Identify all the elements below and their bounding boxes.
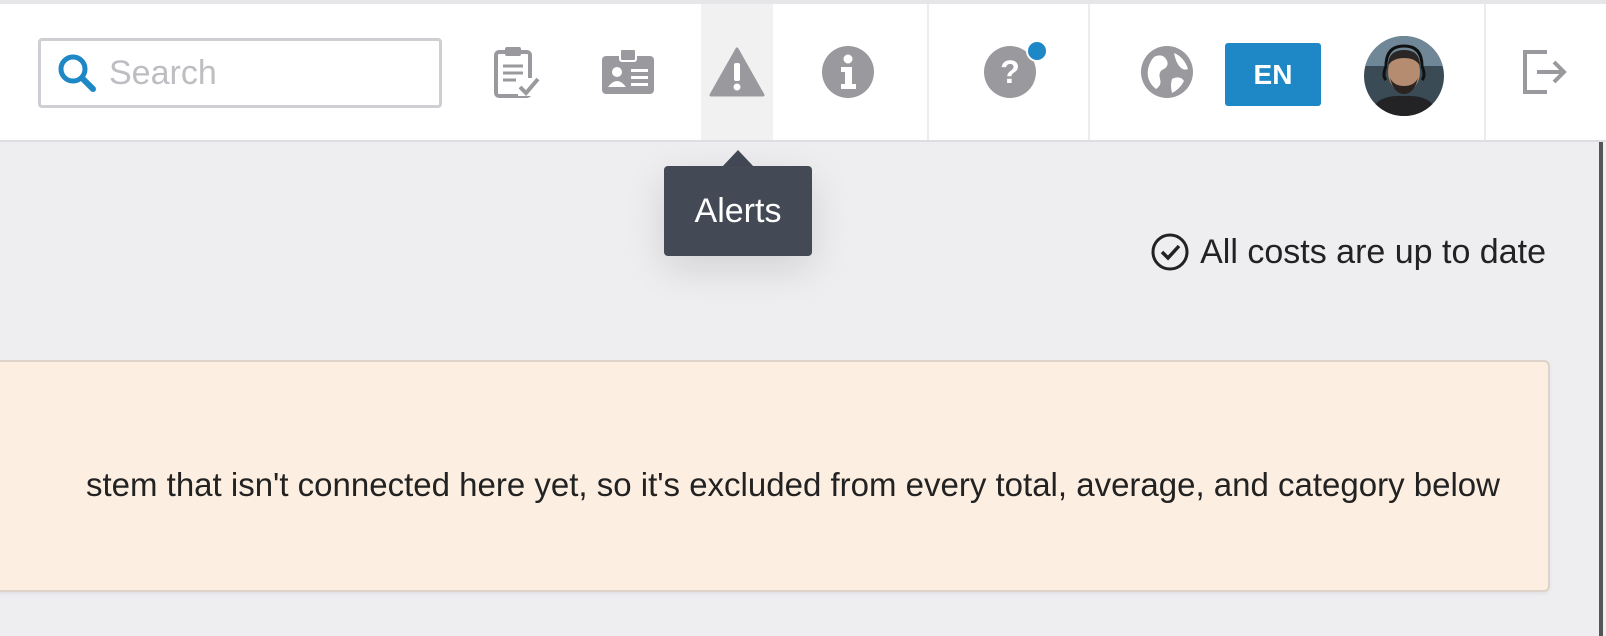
help-button[interactable]: ?	[968, 4, 1052, 140]
divider	[1088, 4, 1090, 140]
svg-text:?: ?	[1000, 54, 1020, 90]
logout-icon	[1523, 50, 1567, 94]
tasks-button[interactable]	[475, 4, 559, 140]
search-icon	[58, 54, 96, 92]
divider	[927, 4, 929, 140]
search-input[interactable]	[107, 52, 431, 94]
banner-message: stem that isn't connected here yet, so i…	[85, 466, 1500, 503]
id-card-icon	[602, 48, 654, 94]
alert-warning-icon	[709, 47, 765, 97]
tooltip-arrow	[722, 150, 754, 167]
tooltip-label: Alerts	[664, 166, 812, 256]
contacts-button[interactable]	[586, 4, 670, 140]
tasks-checklist-icon	[494, 47, 540, 98]
logout-button[interactable]	[1510, 4, 1580, 140]
globe-icon	[1141, 46, 1193, 98]
info-icon	[822, 46, 874, 98]
top-navigation-bar: ? EN	[0, 0, 1606, 142]
status-text: All costs are up to date	[1200, 232, 1546, 271]
info-button[interactable]	[808, 4, 888, 140]
divider	[1484, 4, 1486, 140]
search-box[interactable]	[38, 38, 442, 108]
language-button[interactable]: EN	[1225, 43, 1321, 106]
check-circle-icon	[1151, 233, 1189, 271]
scrollbar[interactable]	[1599, 142, 1603, 636]
cost-status: All costs are up to date	[1150, 232, 1546, 272]
alerts-button[interactable]	[701, 4, 773, 140]
avatar[interactable]	[1364, 36, 1444, 116]
globe-button[interactable]	[1126, 4, 1208, 140]
notification-dot	[1026, 40, 1048, 62]
user-avatar-image	[1364, 36, 1444, 116]
